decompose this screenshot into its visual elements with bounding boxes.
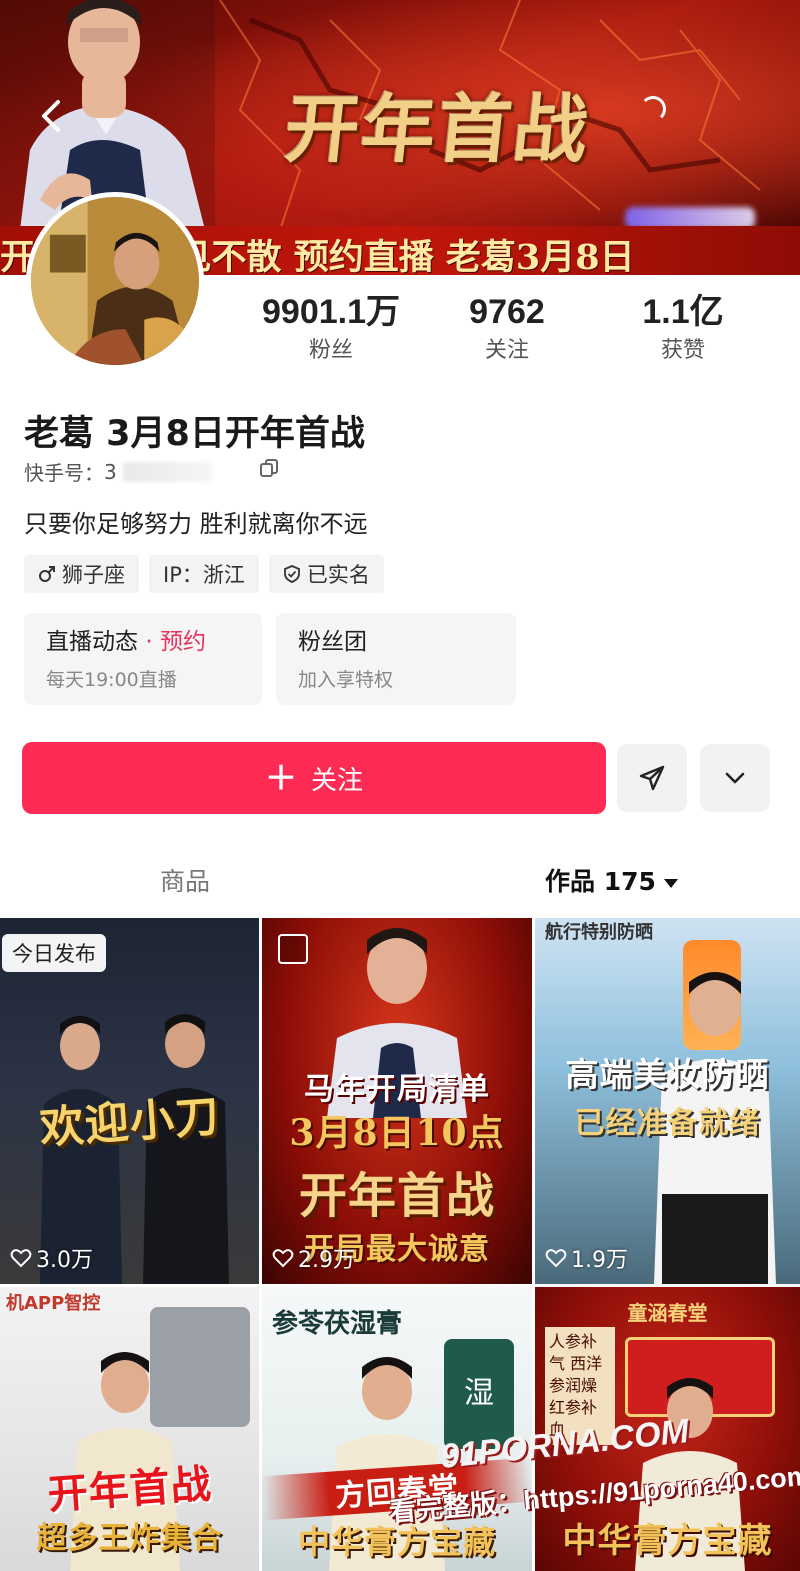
tag-label: IP：浙江 bbox=[163, 563, 245, 587]
fan-card-sub: 加入享特权 bbox=[298, 669, 394, 691]
tab-works-label: 作品 175 bbox=[545, 867, 656, 896]
tile-overlay-text: 已经准备就绪 bbox=[574, 1106, 761, 1141]
stat-value: 9901.1万 bbox=[262, 293, 400, 331]
avatar[interactable] bbox=[26, 192, 204, 370]
like-count-value: 2.9万 bbox=[298, 1248, 355, 1273]
heart-icon bbox=[272, 1249, 294, 1268]
tag-label: 已实名 bbox=[306, 563, 370, 587]
stat-following[interactable]: 9762 关注 bbox=[455, 292, 559, 368]
like-count: 2.9万 bbox=[272, 1242, 355, 1274]
card-title: 直播动态 · 预约 bbox=[46, 627, 240, 657]
stat-value: 9762 bbox=[469, 293, 545, 331]
fan-card-title: 粉丝团 bbox=[298, 629, 367, 655]
video-tile[interactable]: 机APP智控 开年首战 超多王炸集合 bbox=[0, 1287, 259, 1571]
copy-icon[interactable] bbox=[258, 458, 280, 480]
plus-icon: ＋ bbox=[264, 759, 297, 797]
tag-label: 狮子座 bbox=[62, 563, 125, 587]
profile-tags: 狮子座 IP：浙江 已实名 bbox=[24, 555, 384, 593]
like-count: 3.0万 bbox=[10, 1242, 93, 1274]
live-card-title: 直播动态 bbox=[46, 629, 138, 655]
tile-top-text: 航行特别防晒 bbox=[545, 922, 653, 943]
kuaishou-id: 快手号： 3 bbox=[24, 457, 213, 486]
live-activity-card[interactable]: 直播动态 · 预约 每天19:00直播 bbox=[24, 613, 262, 705]
tile-top-text: 童涵春堂 bbox=[627, 1301, 708, 1325]
kuaishou-id-label: 快手号： bbox=[24, 461, 104, 485]
follow-label: 关注 bbox=[311, 765, 364, 796]
verified-shield-icon bbox=[283, 565, 300, 583]
fan-club-card[interactable]: 粉丝团 加入享特权 bbox=[276, 613, 516, 705]
stat-likes[interactable]: 1.1亿 获赞 bbox=[630, 292, 736, 368]
tile-overlay-text: 3月8日10点 bbox=[289, 1112, 505, 1154]
like-count-value: 3.0万 bbox=[36, 1248, 93, 1273]
banner-title: 开年首战 bbox=[280, 87, 594, 173]
nickname: 老葛 3月8日开年首战 bbox=[24, 414, 365, 454]
bio: 只要你足够努力 胜利就离你不远 bbox=[24, 510, 368, 538]
live-card-accent: 预约 bbox=[159, 629, 206, 655]
avatar-image bbox=[31, 197, 199, 365]
swirl-icon bbox=[640, 96, 666, 122]
profile-cards: 直播动态 · 预约 每天19:00直播 粉丝团 加入享特权 bbox=[24, 613, 516, 705]
image-icon bbox=[278, 934, 308, 964]
video-tile[interactable]: 今日发布 欢迎小刀 3.0万 bbox=[0, 918, 259, 1284]
tile-top-text: 机APP智控 bbox=[6, 1293, 101, 1314]
stat-followers[interactable]: 9901.1万 粉丝 bbox=[255, 292, 407, 368]
like-count-value: 1.9万 bbox=[571, 1248, 628, 1273]
live-card-sub: 每天19:00直播 bbox=[46, 669, 177, 691]
stat-value: 1.1亿 bbox=[642, 293, 724, 331]
chevron-left-icon bbox=[42, 100, 60, 132]
share-button[interactable] bbox=[617, 744, 687, 812]
heart-icon bbox=[545, 1249, 567, 1268]
tile-overlay-text: 超多王炸集合 bbox=[36, 1521, 223, 1556]
tile-overlay-text: 高端美妆防晒 bbox=[565, 1055, 770, 1094]
kuaishou-id-value: 3 bbox=[104, 459, 117, 484]
today-badge: 今日发布 bbox=[2, 934, 106, 972]
heart-icon bbox=[10, 1249, 32, 1268]
stat-label: 关注 bbox=[484, 338, 529, 363]
male-icon bbox=[39, 566, 55, 582]
tile-overlay-text: 中华膏方宝藏 bbox=[562, 1521, 773, 1561]
video-tile[interactable]: 航行特别防晒 高端美妆防晒 已经准备就绪 1.9万 bbox=[535, 918, 800, 1284]
send-icon bbox=[639, 765, 665, 791]
like-count: 1.9万 bbox=[545, 1242, 628, 1274]
tile-overlay-text: 开年首战 bbox=[298, 1168, 495, 1224]
follow-button[interactable]: ＋ 关注 bbox=[22, 742, 606, 814]
back-button[interactable] bbox=[28, 92, 76, 140]
caret-down-icon bbox=[663, 878, 678, 888]
tag-zodiac: 狮子座 bbox=[24, 555, 139, 593]
tile-overlay-text: 马年开局清单 bbox=[304, 1072, 490, 1107]
video-tile[interactable]: 马年开局清单 3月8日10点 开年首战 开局最大诚意 2.9万 bbox=[262, 918, 532, 1284]
tag-verified: 已实名 bbox=[268, 555, 384, 593]
stat-label: 获赞 bbox=[660, 338, 705, 363]
chevron-down-icon bbox=[725, 772, 745, 784]
tab-works[interactable]: 作品 175 bbox=[545, 862, 678, 898]
redacted-id bbox=[122, 461, 213, 482]
live-card-dot: · bbox=[145, 629, 153, 655]
more-button[interactable] bbox=[700, 744, 770, 812]
tag-ip: IP：浙江 bbox=[149, 555, 259, 593]
tab-products[interactable]: 商品 bbox=[160, 862, 210, 898]
stat-label: 粉丝 bbox=[308, 338, 353, 363]
